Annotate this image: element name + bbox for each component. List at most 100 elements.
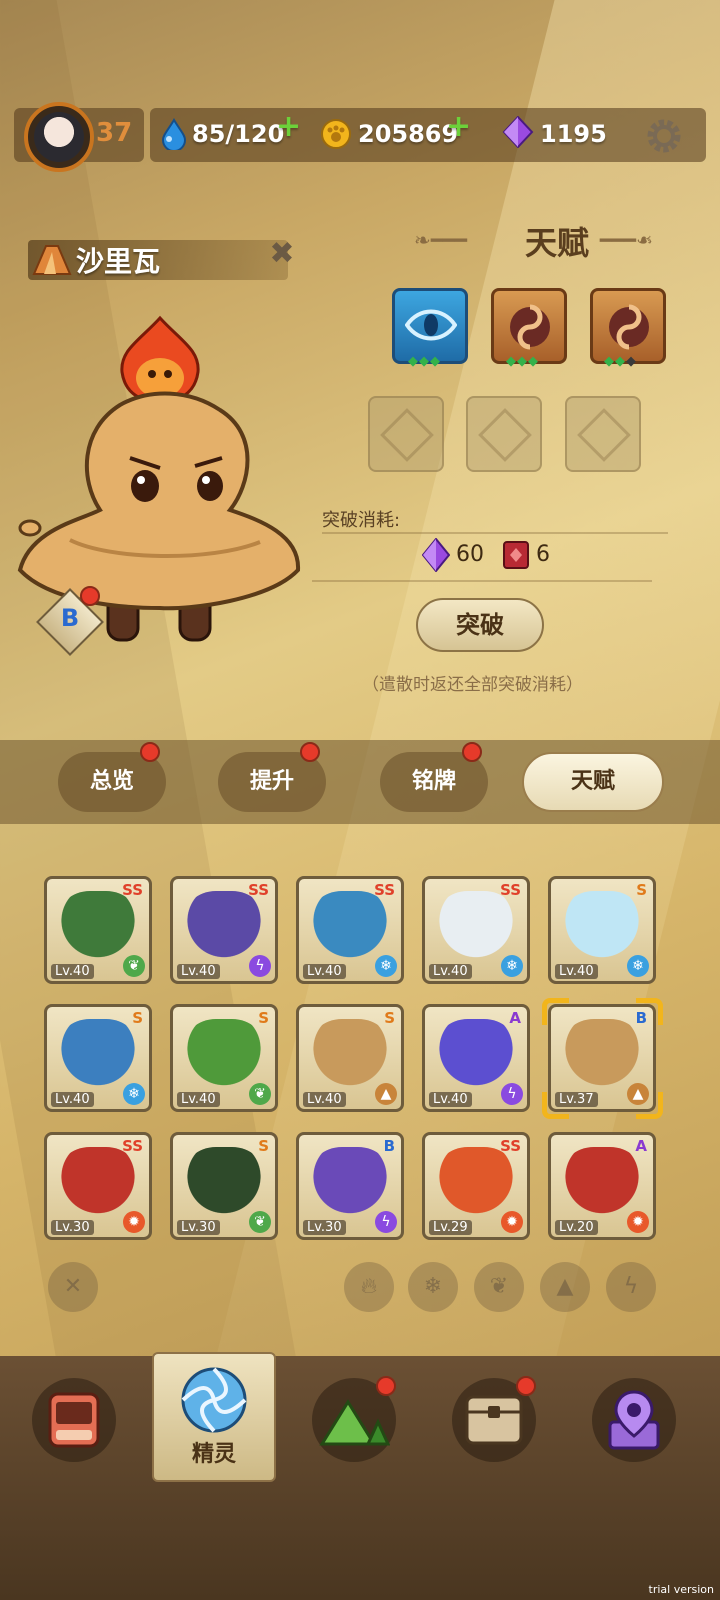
title-ornament-right-icon: ❧━━━ [600, 228, 653, 252]
tab-nameplate-badge [462, 742, 482, 762]
lightning-icon: ϟ [501, 1083, 523, 1105]
fire-icon: ✹ [501, 1211, 523, 1233]
spirit-level: Lv.40 [51, 964, 94, 979]
divider [322, 532, 668, 534]
leaf-icon: ❦ [123, 955, 145, 977]
nav-spirit-label: 精灵 [191, 1442, 236, 1467]
spirit-level: Lv.40 [429, 1092, 472, 1107]
spirit-level: Lv.40 [555, 964, 598, 979]
nav-bag[interactable] [32, 1378, 116, 1462]
spirit-portrait [309, 891, 391, 965]
spirit-level: Lv.30 [303, 1220, 346, 1235]
spirit-card[interactable]: S Lv.40 ❦ [170, 1004, 278, 1112]
spirit-portrait [57, 1019, 139, 1093]
add-gold-button[interactable]: + [446, 112, 471, 142]
spirit-portrait [435, 1019, 517, 1093]
gold-value: 205869 [358, 120, 459, 148]
pet-name: 沙里瓦 [76, 245, 161, 278]
water-drop-icon [161, 118, 187, 150]
fire-icon: ✹ [123, 1211, 145, 1233]
spirit-card[interactable]: S Lv.40 ❄ [44, 1004, 152, 1112]
spirit-card[interactable]: A Lv.40 ϟ [422, 1004, 530, 1112]
spirit-card[interactable]: SS Lv.29 ✹ [422, 1132, 530, 1240]
ice-icon: ❄ [375, 955, 397, 977]
talent-slot-swirl-1[interactable] [491, 288, 567, 364]
spirit-level: Lv.40 [177, 964, 220, 979]
spirit-portrait [561, 891, 643, 965]
talent-stars-2: ◆◆◆ [506, 354, 539, 369]
spirit-level: Lv.40 [303, 964, 346, 979]
spirit-card[interactable]: SS Lv.30 ✹ [44, 1132, 152, 1240]
fire-icon[interactable]: 🔥︎ [344, 1262, 394, 1312]
spirit-portrait [435, 891, 517, 965]
spirit-grade: S [258, 1009, 269, 1027]
spirit-portrait [561, 1019, 643, 1093]
spirit-card[interactable]: S Lv.40 ▲ [296, 1004, 404, 1112]
spirit-card[interactable]: A Lv.20 ✹ [548, 1132, 656, 1240]
spirit-grade: SS [248, 881, 269, 899]
tab-overview-badge [140, 742, 160, 762]
spirit-portrait [309, 1019, 391, 1093]
break-button[interactable]: 突破 [416, 598, 544, 652]
selection-corner [542, 1092, 569, 1119]
spirit-grade: S [258, 1137, 269, 1155]
spirit-level: Lv.20 [555, 1220, 598, 1235]
add-water-button[interactable]: + [276, 112, 301, 142]
spirit-level: Lv.40 [177, 1092, 220, 1107]
ice-icon: ❄ [501, 955, 523, 977]
break-cost-label: 突破消耗: [322, 510, 401, 531]
spirit-portrait [561, 1147, 643, 1221]
spirit-level: Lv.40 [51, 1092, 94, 1107]
spirit-level: Lv.30 [177, 1220, 220, 1235]
lightning-icon[interactable]: ϟ [606, 1262, 656, 1312]
ice-icon[interactable]: ❄ [408, 1262, 458, 1312]
spirit-grade: S [636, 881, 647, 899]
selection-corner [636, 998, 663, 1025]
spirit-card[interactable]: SS Lv.40 ❄ [296, 876, 404, 984]
empty-slot-icon [380, 408, 434, 462]
leaf-icon: ❦ [249, 1211, 271, 1233]
ice-icon: ❄ [627, 955, 649, 977]
chest-icon [465, 1395, 523, 1445]
leaf-icon[interactable]: ❦ [474, 1262, 524, 1312]
spirit-swirl-icon [181, 1367, 247, 1433]
spirit-card[interactable]: S Lv.30 ❦ [170, 1132, 278, 1240]
spirit-card[interactable]: SS Lv.40 ❦ [44, 876, 152, 984]
spirit-grade: SS [500, 1137, 521, 1155]
spirit-card[interactable]: B Lv.30 ϟ [296, 1132, 404, 1240]
gem-value: 1195 [540, 120, 607, 148]
purple-crystal-icon [422, 538, 450, 572]
spirit-grade: SS [122, 1137, 143, 1155]
empty-talent-slot[interactable] [466, 396, 542, 472]
fire-icon: ✹ [627, 1211, 649, 1233]
empty-talent-slot[interactable] [565, 396, 641, 472]
swirl-icon [510, 304, 550, 350]
spirit-portrait [435, 1147, 517, 1221]
empty-talent-slot[interactable] [368, 396, 444, 472]
spirit-grade: SS [122, 881, 143, 899]
talent-slot-eye[interactable] [392, 288, 468, 364]
spirit-card[interactable]: S Lv.40 ❄ [548, 876, 656, 984]
settings-gear-icon[interactable] [644, 116, 684, 156]
spirit-card[interactable]: SS Lv.40 ϟ [170, 876, 278, 984]
spirit-portrait [183, 891, 265, 965]
spirit-portrait [309, 1147, 391, 1221]
player-avatar[interactable] [24, 102, 94, 172]
talent-stars-1: ◆◆◆ [408, 354, 441, 369]
tab-talent[interactable]: 天赋 [522, 752, 664, 812]
spirit-card[interactable]: SS Lv.40 ❄ [422, 876, 530, 984]
refund-note: （遣散时返还全部突破消耗） [362, 675, 583, 695]
swirl-icon [609, 304, 649, 350]
spirit-grade: A [635, 1137, 647, 1155]
clear-filter-icon[interactable]: ✕ [48, 1262, 98, 1312]
player-level: 37 [96, 118, 133, 148]
earth-icon[interactable]: ▲ [540, 1262, 590, 1312]
spirit-grade: S [384, 1009, 395, 1027]
close-icon[interactable]: ✖ [266, 238, 298, 270]
nav-map[interactable] [592, 1378, 676, 1462]
title-ornament-left-icon: ❧━━━ [414, 228, 467, 252]
talent-slot-swirl-2[interactable] [590, 288, 666, 364]
talent-stars-3: ◆◆◆ [604, 354, 637, 369]
earth-icon: ▲ [375, 1083, 397, 1105]
paw-coin-icon [321, 119, 351, 149]
